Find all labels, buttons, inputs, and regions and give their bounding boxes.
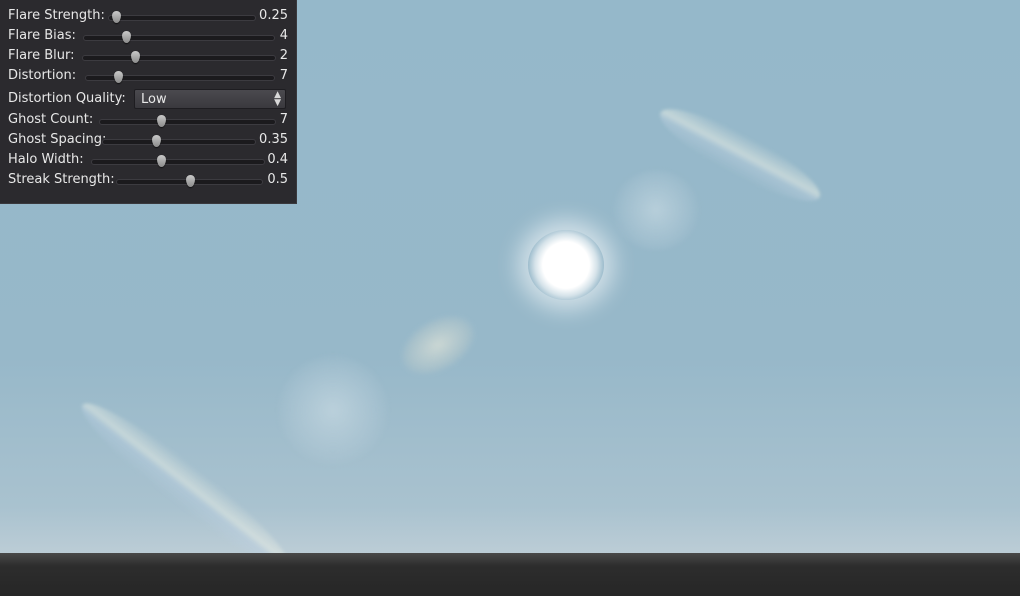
slider-thumb-icon[interactable] (112, 11, 122, 23)
distortion-slider[interactable] (85, 71, 275, 83)
halo-width-label: Halo Width: (8, 152, 84, 167)
lens-flare-settings-panel: Flare Strength: 0.25 Flare Bias: 4 Flare… (0, 0, 297, 204)
flare-bias-slider[interactable] (83, 31, 275, 43)
sun (528, 230, 604, 300)
streak-strength-row: Streak Strength: 0.5 (8, 170, 288, 190)
distortion-quality-row: Distortion Quality: Low ▲ ▼ (8, 89, 288, 109)
streak-strength-slider[interactable] (116, 175, 263, 187)
flare-blur-slider[interactable] (82, 51, 276, 63)
ghost-spacing-row: Ghost Spacing: 0.35 (8, 130, 288, 150)
flare-strength-label: Flare Strength: (8, 8, 105, 23)
flare-bias-row: Flare Bias: 4 (8, 26, 288, 46)
flare-bias-value: 4 (279, 28, 288, 43)
slider-thumb-icon[interactable] (185, 175, 195, 187)
flare-blur-label: Flare Blur: (8, 48, 75, 63)
flare-blur-value: 2 (279, 48, 288, 63)
flare-strength-value: 0.25 (259, 8, 288, 23)
slider-thumb-icon[interactable] (130, 51, 140, 63)
halo-width-row: Halo Width: 0.4 (8, 150, 288, 170)
ghost-count-slider[interactable] (99, 115, 276, 127)
flare-strength-row: Flare Strength: 0.25 (8, 6, 288, 26)
ghost-spacing-slider[interactable] (102, 135, 256, 147)
streak-strength-label: Streak Strength: (8, 172, 115, 187)
lens-ghost-upper (612, 170, 700, 250)
slider-thumb-icon[interactable] (156, 155, 166, 167)
distortion-value: 7 (279, 68, 288, 83)
slider-thumb-icon[interactable] (152, 135, 162, 147)
ghost-count-row: Ghost Count: 7 (8, 110, 288, 130)
distortion-row: Distortion: 7 (8, 66, 288, 86)
ghost-count-value: 7 (279, 112, 288, 127)
distortion-quality-label: Distortion Quality: (8, 91, 126, 106)
flare-bias-label: Flare Bias: (8, 28, 76, 43)
lens-ghost-large (278, 355, 388, 465)
slider-thumb-icon[interactable] (121, 31, 131, 43)
halo-width-value: 0.4 (267, 152, 288, 167)
halo-width-slider[interactable] (91, 155, 265, 167)
ghost-count-label: Ghost Count: (8, 112, 94, 127)
distortion-label: Distortion: (8, 68, 77, 83)
ghost-spacing-label: Ghost Spacing: (8, 132, 107, 147)
ground-plane (0, 553, 1020, 596)
ghost-spacing-value: 0.35 (259, 132, 288, 147)
flare-strength-slider[interactable] (108, 11, 256, 23)
up-down-arrows-icon: ▲ ▼ (274, 90, 281, 108)
distortion-quality-select[interactable]: Low ▲ ▼ (134, 89, 286, 109)
slider-thumb-icon[interactable] (113, 71, 123, 83)
slider-thumb-icon[interactable] (157, 115, 167, 127)
streak-strength-value: 0.5 (267, 172, 288, 187)
flare-blur-row: Flare Blur: 2 (8, 46, 288, 66)
lens-ghost-small (390, 303, 486, 387)
distortion-quality-selected: Low (141, 92, 167, 107)
